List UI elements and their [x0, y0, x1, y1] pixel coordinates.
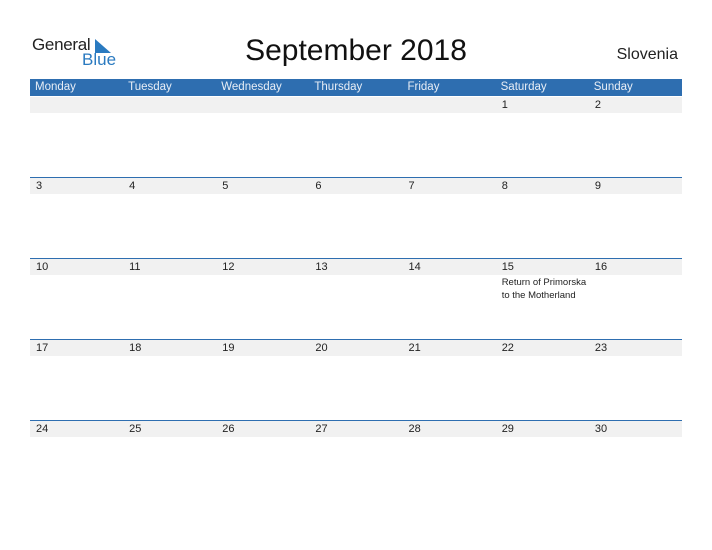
- day-cell: 27: [309, 420, 402, 501]
- day-number: 12: [222, 261, 235, 273]
- holiday-event: Return of Primorska to the Motherland: [501, 277, 587, 301]
- country-label: Slovenia: [616, 46, 678, 63]
- day-number: 30: [594, 423, 608, 435]
- week-row: 10 11 12 13 14 15 Return of Primorska to the M…: [30, 258, 682, 339]
- day-cell: [30, 96, 123, 177]
- day-number: 2: [594, 99, 601, 111]
- day-number: 25: [129, 423, 142, 435]
- day-cell: 13: [309, 258, 402, 339]
- day-number: 22: [501, 342, 514, 354]
- day-cell: 5: [216, 177, 309, 258]
- day-cell: 22: [496, 339, 589, 420]
- day-cell: 18: [123, 339, 216, 420]
- day-cell: 8: [496, 177, 589, 258]
- day-number: 26: [222, 423, 235, 435]
- day-cell: [309, 96, 402, 177]
- day-number: 3: [36, 180, 43, 192]
- day-cell: 21: [403, 339, 496, 420]
- day-number: 29: [501, 423, 514, 435]
- day-number: 28: [408, 423, 421, 435]
- weekday-sunday: Sunday: [593, 81, 633, 93]
- weekday-thursday: Thursday: [314, 81, 363, 93]
- day-number: 4: [129, 180, 136, 192]
- week-row: 12: [30, 96, 682, 177]
- day-cell: 4: [123, 177, 216, 258]
- day-cell: 17: [30, 339, 123, 420]
- day-cell: 7: [403, 177, 496, 258]
- day-cell: 16: [589, 258, 682, 339]
- week-row: 3 4 5 6 7 8 9: [30, 177, 682, 258]
- day-cell: 23: [589, 339, 682, 420]
- day-cell: 3: [30, 177, 123, 258]
- day-number: 10: [36, 261, 49, 273]
- day-cell: 14: [403, 258, 496, 339]
- week-row: 17 18 19 20 21 22 23: [30, 339, 682, 420]
- day-cell: 29: [496, 420, 589, 501]
- day-number: 18: [129, 342, 142, 354]
- weekday-header: Monday Tuesday Wednesday Thursday Friday…: [30, 79, 682, 96]
- day-cell: 12: [216, 258, 309, 339]
- day-number: 5: [222, 180, 229, 192]
- day-number: 14: [408, 261, 421, 273]
- day-number: 20: [315, 342, 328, 354]
- day-cell: 20: [309, 339, 402, 420]
- day-number: 15: [501, 261, 514, 273]
- day-number: 11: [129, 261, 141, 273]
- day-cell: 26: [216, 420, 309, 501]
- day-cell: 25: [123, 420, 216, 501]
- day-cell: 1: [496, 96, 589, 177]
- weekday-monday: Monday: [35, 81, 76, 93]
- day-cell: 28: [403, 420, 496, 501]
- day-number: 6: [315, 180, 322, 192]
- day-cell: [403, 96, 496, 177]
- day-cell: 11: [123, 258, 216, 339]
- day-cell: 9: [589, 177, 682, 258]
- weekday-tuesday: Tuesday: [128, 81, 172, 93]
- day-cell: [216, 96, 309, 177]
- day-number: 16: [594, 261, 608, 273]
- day-number: 13: [315, 261, 328, 273]
- weekday-wednesday: Wednesday: [221, 81, 282, 93]
- day-number: 27: [315, 423, 328, 435]
- day-cell: 30: [589, 420, 682, 501]
- day-cell: 24: [30, 420, 123, 501]
- day-number: 8: [501, 180, 508, 192]
- weekday-saturday: Saturday: [500, 81, 547, 93]
- day-number: 21: [408, 342, 421, 354]
- day-cell: 19: [216, 339, 309, 420]
- day-cell: 6: [309, 177, 402, 258]
- day-cell: [123, 96, 216, 177]
- calendar-title: September 2018: [245, 34, 467, 67]
- day-number: 19: [222, 342, 235, 354]
- day-number: 7: [408, 180, 415, 192]
- day-number: 23: [594, 342, 608, 354]
- day-number: 24: [36, 423, 49, 435]
- day-number: 17: [36, 342, 49, 354]
- day-cell: 10: [30, 258, 123, 339]
- day-cell: 15 Return of Primorska to the Motherland: [496, 258, 589, 339]
- day-number: 9: [594, 180, 601, 192]
- day-cell: 2: [589, 96, 682, 177]
- day-number: 1: [501, 99, 508, 111]
- weekday-friday: Friday: [407, 81, 440, 93]
- week-row: 24 25 26 27 28 29 30: [30, 420, 682, 501]
